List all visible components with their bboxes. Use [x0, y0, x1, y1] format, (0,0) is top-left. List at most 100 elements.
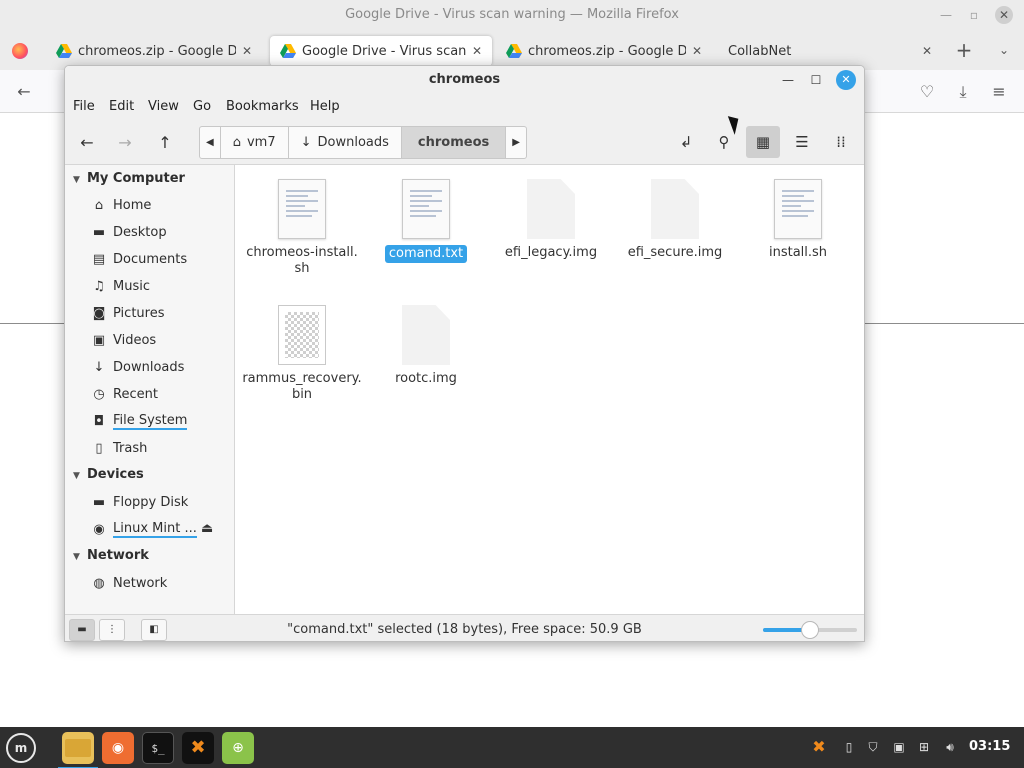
- close-tab-icon[interactable]: ✕: [922, 44, 932, 58]
- google-drive-icon: [506, 44, 522, 58]
- menu-file[interactable]: File: [73, 99, 95, 114]
- close-icon[interactable]: ✕: [995, 6, 1013, 24]
- files-icon[interactable]: [58, 732, 98, 768]
- recent-icon: ◷: [93, 386, 105, 402]
- close-tab-icon[interactable]: ✕: [692, 44, 702, 58]
- file-item-comand-txt[interactable]: comand.txt: [364, 179, 488, 263]
- tab-collabnet[interactable]: CollabNet ✕: [718, 36, 942, 66]
- sidebar-item-downloads[interactable]: ↓ Downloads: [91, 356, 185, 378]
- file-name: rootc.img: [395, 371, 457, 386]
- google-drive-icon: [280, 44, 296, 58]
- floppy-icon: ▬: [92, 494, 106, 510]
- breadcrumb-downloads[interactable]: ↓ Downloads: [289, 127, 402, 158]
- expander-icon: ▼: [73, 175, 80, 185]
- sidebar-item-desktop[interactable]: ▬ Desktop: [91, 221, 167, 243]
- text-file-icon: [402, 179, 450, 239]
- maximize-icon[interactable]: ▫: [965, 6, 983, 24]
- breadcrumb-chromeos[interactable]: chromeos: [401, 127, 507, 158]
- menu-view[interactable]: View: [148, 99, 179, 114]
- breadcrumb-left-arrow-icon[interactable]: ◀: [200, 127, 221, 158]
- sidebar-item-pictures[interactable]: ◙ Pictures: [91, 302, 165, 324]
- sidebar-item-linux-mint[interactable]: ◉ Linux Mint ...: [91, 518, 197, 540]
- mint-menu-icon[interactable]: m: [6, 733, 36, 763]
- zoom-slider-handle[interactable]: [801, 621, 819, 639]
- close-tab-icon[interactable]: ✕: [242, 44, 252, 58]
- forward-icon[interactable]: →: [110, 130, 140, 156]
- list-view-icon[interactable]: ☰: [785, 126, 819, 158]
- menu-edit[interactable]: Edit: [109, 99, 134, 114]
- file-item-efi-secure-img[interactable]: efi_secure.img: [613, 179, 737, 261]
- sidebar-heading-my-computer[interactable]: ▼ My Computer: [73, 171, 185, 186]
- download-icon: ↓: [300, 135, 312, 150]
- home-icon: ⌂: [232, 135, 241, 150]
- sidebar-item-trash[interactable]: ▯ Trash: [91, 437, 147, 459]
- eject-icon[interactable]: ⏏: [201, 521, 213, 536]
- sidebar-item-home[interactable]: ⌂ Home: [91, 194, 152, 216]
- file-item-rootc-img[interactable]: rootc.img: [364, 305, 488, 387]
- icon-view-icon[interactable]: ▦: [746, 126, 780, 158]
- taskbar: m ◉ $_ ✖ ⊕ ✖ ▯ ⛉ ▣ ⊞ 🔊︎ 03:15: [0, 727, 1024, 768]
- back-icon[interactable]: ←: [14, 82, 34, 102]
- shield-tray-icon[interactable]: ⛉: [864, 738, 882, 756]
- network-globe-icon[interactable]: ⊕: [222, 732, 254, 764]
- menu-go[interactable]: Go: [193, 99, 211, 114]
- downloads-icon[interactable]: ⤓: [953, 82, 973, 102]
- firefox-icon[interactable]: ◉: [102, 732, 134, 764]
- sidebar-heading-network[interactable]: ▼ Network: [73, 548, 149, 563]
- tab-chromeos-zip-2[interactable]: chromeos.zip - Google Drive ✕: [496, 36, 712, 66]
- sidebar-item-music[interactable]: ♫ Music: [91, 275, 150, 297]
- notes-tray-icon[interactable]: ▯: [840, 738, 858, 756]
- documents-icon: ▤: [92, 251, 106, 267]
- hamburger-menu-icon[interactable]: ≡: [989, 82, 1009, 102]
- tab-chromeos-zip-1[interactable]: chromeos.zip - Google Drive ✕: [46, 36, 262, 66]
- sidebar: ▼ My Computer ⌂ Home ▬ Desktop ▤ Documents ♫…: [65, 165, 235, 614]
- toggle-location-entry-icon[interactable]: ↲: [669, 126, 703, 158]
- pocket-icon[interactable]: ♡: [917, 82, 937, 102]
- sidebar-item-documents[interactable]: ▤ Documents: [91, 248, 187, 270]
- minimize-icon[interactable]: —: [778, 70, 798, 90]
- sidebar-item-recent[interactable]: ◷ Recent: [91, 383, 158, 405]
- volume-icon[interactable]: 🔊︎: [941, 738, 959, 756]
- file-manager-window: chromeos — ☐ ✕ File Edit View Go Bookmar…: [64, 65, 865, 642]
- close-tab-icon[interactable]: ✕: [472, 44, 482, 58]
- zoom-slider[interactable]: [763, 621, 857, 639]
- file-item-install-sh[interactable]: install.sh: [736, 179, 860, 261]
- sidebar-item-network[interactable]: ◍ Network: [91, 572, 167, 594]
- tab-virus-scan-warning[interactable]: Google Drive - Virus scan wa ✕: [270, 36, 492, 66]
- file-name: efi_legacy.img: [504, 245, 598, 260]
- download-icon: ↓: [93, 359, 105, 375]
- menu-bookmarks[interactable]: Bookmarks: [226, 99, 299, 114]
- new-tab-icon[interactable]: +: [954, 40, 974, 60]
- back-icon[interactable]: ←: [72, 130, 102, 156]
- terminal-icon[interactable]: $_: [142, 732, 174, 764]
- list-all-tabs-icon[interactable]: ⌄: [994, 40, 1014, 60]
- breadcrumb-vm7[interactable]: ⌂ vm7: [221, 127, 289, 158]
- xampp-tray-icon[interactable]: ✖: [810, 738, 828, 756]
- expander-icon: ▼: [73, 552, 80, 562]
- sidebar-item-file-system[interactable]: ◘ File System: [91, 410, 188, 432]
- sidebar-heading-devices[interactable]: ▼ Devices: [73, 467, 144, 482]
- status-text: "comand.txt" selected (18 bytes), Free s…: [287, 622, 642, 637]
- update-tray-icon[interactable]: ▣: [890, 738, 908, 756]
- maximize-icon[interactable]: ☐: [806, 70, 826, 90]
- file-item-rammus-recovery-bin[interactable]: rammus_recovery. bin: [240, 305, 364, 403]
- clock[interactable]: 03:15: [969, 739, 1010, 754]
- breadcrumb-right-arrow-icon[interactable]: ▶: [506, 127, 526, 158]
- file-item-efi-legacy-img[interactable]: efi_legacy.img: [489, 179, 613, 261]
- firefox-view-button[interactable]: [4, 36, 40, 66]
- close-icon[interactable]: ✕: [836, 70, 856, 90]
- generic-file-icon: [651, 179, 699, 239]
- xampp-icon[interactable]: ✖: [182, 732, 214, 764]
- videos-icon: ▣: [92, 332, 106, 348]
- file-grid[interactable]: chromeos-install. sh comand.txt efi_lega…: [236, 165, 864, 614]
- file-manager-titlebar[interactable]: chromeos — ☐ ✕: [65, 66, 864, 94]
- sidebar-item-videos[interactable]: ▣ Videos: [91, 329, 156, 351]
- disc-icon: ◉: [93, 521, 105, 537]
- file-item-chromeos-install-sh[interactable]: chromeos-install. sh: [240, 179, 364, 277]
- compact-view-icon[interactable]: ⁞⁞: [824, 126, 858, 158]
- up-icon[interactable]: ↑: [150, 130, 180, 156]
- sidebar-item-floppy-disk[interactable]: ▬ Floppy Disk: [91, 491, 188, 513]
- network-tray-icon[interactable]: ⊞: [915, 738, 933, 756]
- menu-help[interactable]: Help: [310, 99, 340, 114]
- minimize-icon[interactable]: —: [937, 6, 955, 24]
